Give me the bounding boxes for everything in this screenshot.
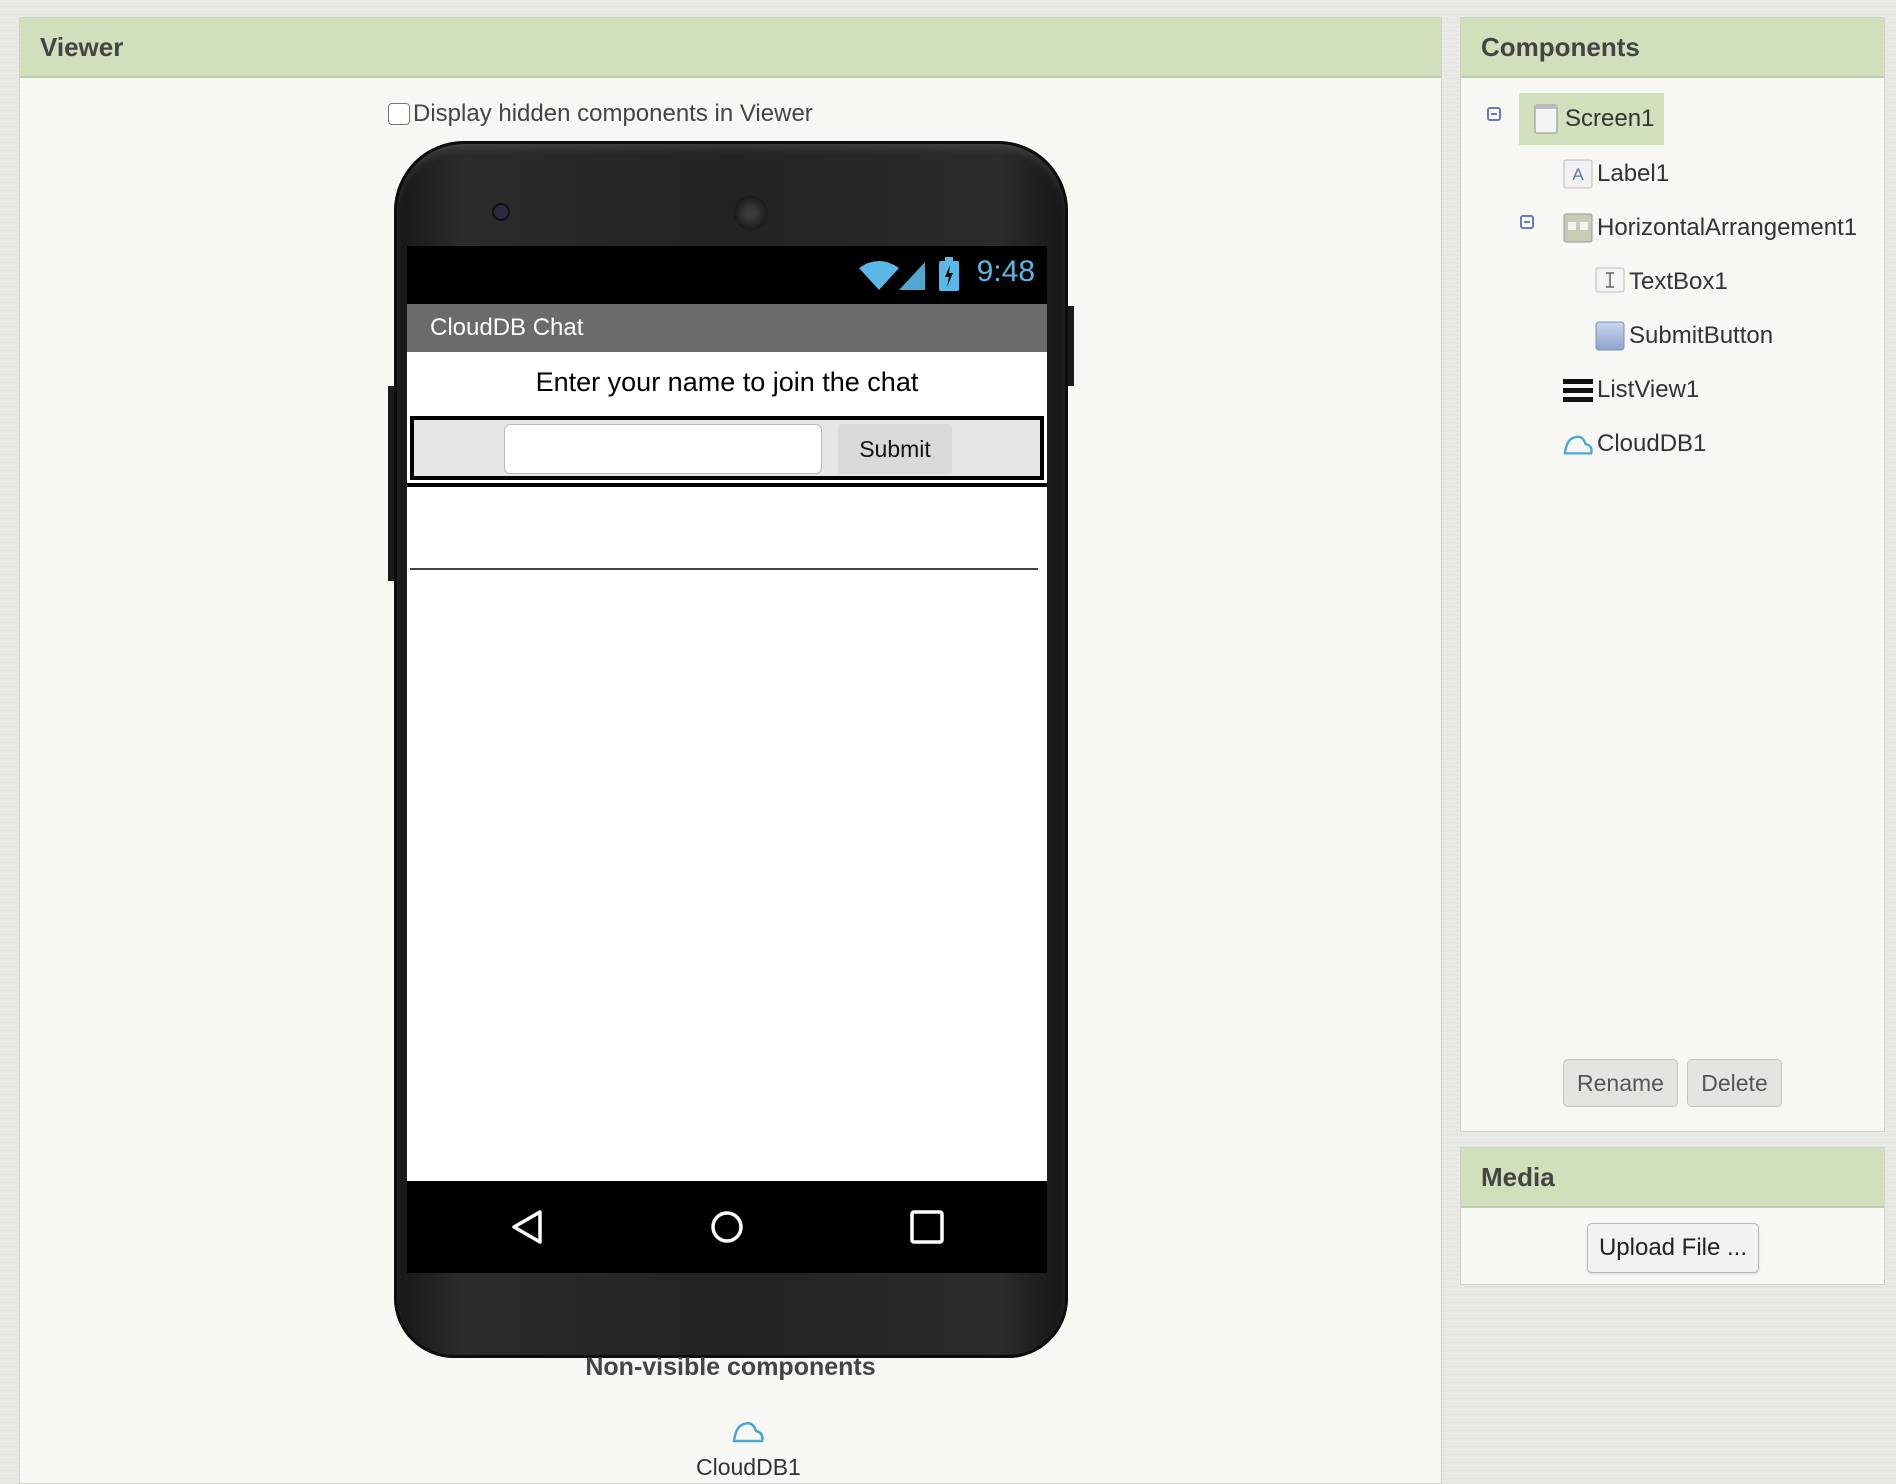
svg-text:A: A xyxy=(1572,165,1584,184)
media-header: Media xyxy=(1461,1148,1884,1208)
collapse-screen1-toggle[interactable] xyxy=(1487,107,1501,121)
phone-screen: 9:48 CloudDB Chat Enter your name to joi… xyxy=(407,246,1047,1273)
screen-icon xyxy=(1531,104,1561,134)
battery-icon xyxy=(939,257,959,291)
textbox-icon xyxy=(1595,267,1625,297)
button-icon xyxy=(1595,321,1625,351)
recent-apps-icon xyxy=(910,1210,944,1244)
navigation-bar xyxy=(407,1181,1047,1273)
tree-item-listview1[interactable]: ListView1 xyxy=(1563,370,1699,410)
rename-button[interactable]: Rename xyxy=(1563,1059,1678,1107)
tree-item-label: CloudDB1 xyxy=(1597,430,1707,457)
back-icon xyxy=(512,1210,542,1244)
phone-mockup: 9:48 CloudDB Chat Enter your name to joi… xyxy=(388,141,1074,1358)
tree-item-label: Screen1 xyxy=(1565,105,1655,132)
nonvisible-components-title: Non-visible components xyxy=(585,1353,876,1381)
nonvisible-clouddb1-label: CloudDB1 xyxy=(696,1454,801,1480)
listview-divider xyxy=(410,568,1038,570)
tree-item-label: TextBox1 xyxy=(1629,268,1728,295)
cloud-icon xyxy=(1563,429,1593,459)
phone-volume-key xyxy=(388,386,394,581)
tree-item-horizontalarrangement1[interactable]: HorizontalArrangement1 xyxy=(1563,208,1857,248)
components-header: Components xyxy=(1461,18,1884,78)
tree-item-label: SubmitButton xyxy=(1629,322,1774,349)
cloud-icon xyxy=(732,1422,765,1443)
tree-item-label1[interactable]: A Label1 xyxy=(1563,154,1669,194)
display-hidden-label[interactable]: Display hidden components in Viewer xyxy=(413,100,813,128)
listview-icon xyxy=(1563,375,1593,405)
wifi-icon xyxy=(859,261,899,290)
delete-button[interactable]: Delete xyxy=(1687,1059,1782,1107)
tree-item-label: Label1 xyxy=(1597,160,1670,187)
display-hidden-checkbox[interactable] xyxy=(388,103,410,125)
tree-item-submitbutton[interactable]: SubmitButton xyxy=(1595,316,1773,356)
front-camera xyxy=(494,205,508,219)
horizontal-arrangement-preview[interactable]: Submit xyxy=(410,416,1044,480)
upload-file-button[interactable]: Upload File ... xyxy=(1587,1223,1759,1273)
signal-icon xyxy=(899,262,925,290)
nonvisible-clouddb1[interactable]: CloudDB1 xyxy=(696,1416,801,1481)
phone-power-key xyxy=(1068,306,1074,386)
phone-speaker xyxy=(734,196,768,230)
label1-preview[interactable]: Enter your name to join the chat xyxy=(407,352,1047,412)
app-title-bar: CloudDB Chat xyxy=(407,304,1047,352)
status-clock: 9:48 xyxy=(976,255,1035,288)
tree-item-textbox1[interactable]: TextBox1 xyxy=(1595,262,1728,302)
textbox1-preview[interactable] xyxy=(504,424,822,474)
viewer-header: Viewer xyxy=(20,18,1441,78)
label-icon: A xyxy=(1563,159,1593,189)
home-icon xyxy=(711,1211,743,1243)
horizontal-arrangement-icon xyxy=(1563,213,1593,243)
tree-item-label: HorizontalArrangement1 xyxy=(1597,214,1858,241)
status-bar: 9:48 xyxy=(407,246,1047,304)
media-panel: Media Upload File ... xyxy=(1460,1147,1885,1285)
collapse-horizontalarrangement1-toggle[interactable] xyxy=(1520,215,1534,229)
tree-item-label: ListView1 xyxy=(1597,376,1700,403)
tree-item-screen1[interactable]: Screen1 xyxy=(1519,93,1665,145)
viewer-panel: Viewer Display hidden components in View… xyxy=(19,17,1442,1484)
phone-sensor xyxy=(979,206,989,216)
display-hidden-toggle[interactable]: Display hidden components in Viewer xyxy=(388,100,813,128)
phone-sensor xyxy=(959,206,969,216)
components-panel: Components Screen1 A Label1 HorizontalAr… xyxy=(1460,17,1885,1132)
submit-button-preview[interactable]: Submit xyxy=(838,424,952,474)
tree-item-clouddb1[interactable]: CloudDB1 xyxy=(1563,424,1706,464)
